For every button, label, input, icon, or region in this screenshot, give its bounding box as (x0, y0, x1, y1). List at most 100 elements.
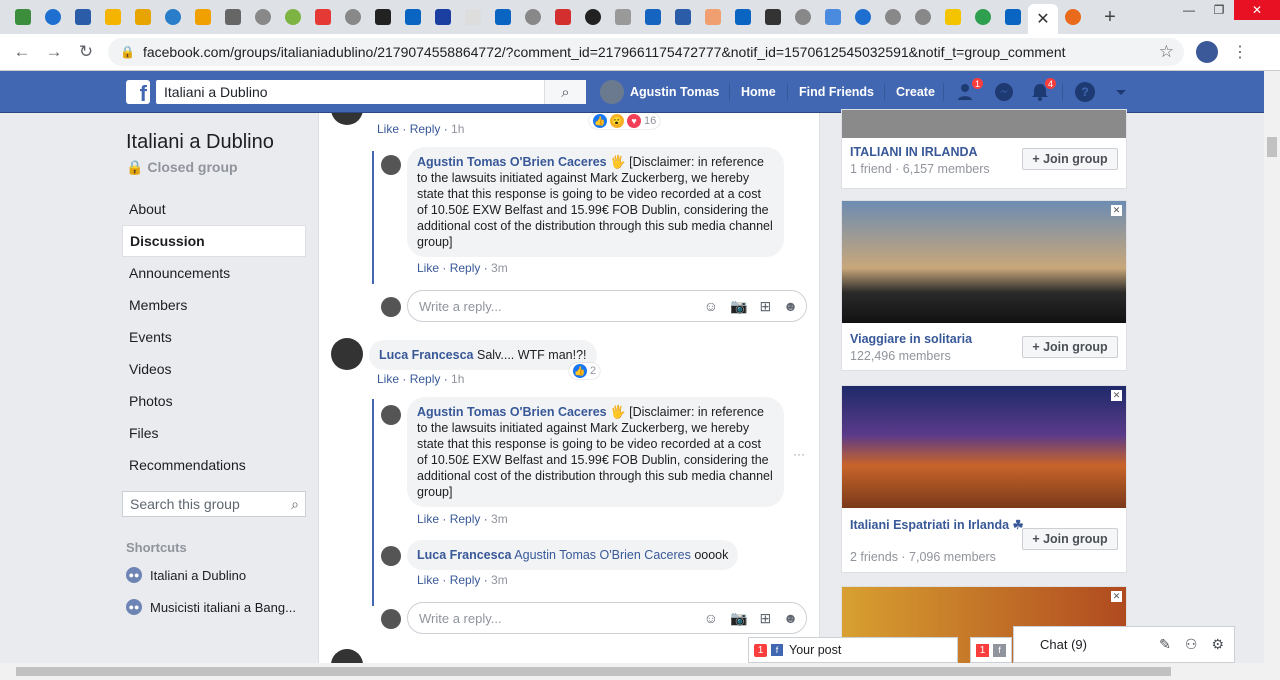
tab-favicon[interactable] (158, 0, 188, 34)
join-group-button[interactable]: + Join group (1022, 148, 1118, 170)
shortcut-item[interactable]: ●● Musicisti italiani a Bang... (126, 598, 296, 616)
tab-favicon[interactable] (758, 0, 788, 34)
tab-favicon[interactable] (608, 0, 638, 34)
shortcut-item[interactable]: ●● Italiani a Dublino (126, 566, 246, 584)
tab-favicon[interactable] (68, 0, 98, 34)
group-nav-recommendations[interactable]: Recommendations (122, 449, 306, 481)
sticker-icon[interactable]: ☻ (783, 610, 798, 627)
search-icon[interactable]: ⌕ (291, 496, 299, 513)
comment-author[interactable]: Agustin Tomas O'Brien Caceres (417, 405, 607, 419)
comment-time[interactable]: 3m (491, 261, 508, 275)
reactions-summary[interactable]: 👍 2 (569, 363, 601, 379)
reply-link[interactable]: Reply (410, 122, 441, 136)
reply-input[interactable]: Write a reply... ☺ 📷 ⊞ ☻ (407, 602, 807, 634)
compose-icon[interactable]: ✎ (1159, 636, 1171, 653)
forward-arrow-icon[interactable]: → (38, 42, 70, 62)
tab-favicon[interactable] (38, 0, 68, 34)
tab-favicon[interactable] (248, 0, 278, 34)
vertical-scrollbar[interactable] (1264, 71, 1280, 663)
comment-time[interactable]: 3m (491, 573, 508, 587)
group-search-input[interactable]: Search this group ⌕ (122, 491, 306, 517)
horizontal-scrollbar[interactable] (0, 663, 1280, 680)
facebook-search-input[interactable]: Italiani a Dublino ⌕ (156, 80, 586, 104)
tab-favicon[interactable] (458, 0, 488, 34)
close-icon[interactable]: ✕ (1111, 591, 1122, 602)
camera-icon[interactable]: 📷 (730, 298, 747, 315)
tab-favicon[interactable] (968, 0, 998, 34)
group-nav-events[interactable]: Events (122, 321, 306, 353)
tab-favicon[interactable] (998, 0, 1028, 34)
nav-home[interactable]: Home (741, 71, 776, 113)
like-link[interactable]: Like (417, 261, 439, 275)
tab-favicon[interactable] (428, 0, 458, 34)
group-cover-image[interactable] (842, 201, 1126, 323)
browser-menu-icon[interactable]: ⋮ (1232, 42, 1248, 62)
comment-author[interactable]: Agustin Tomas O'Brien Caceres (417, 155, 607, 169)
tab-favicon[interactable] (548, 0, 578, 34)
camera-icon[interactable]: 📷 (730, 610, 747, 627)
tab-favicon[interactable] (368, 0, 398, 34)
gif-icon[interactable]: ⊞ (760, 610, 772, 627)
group-nav-files[interactable]: Files (122, 417, 306, 449)
friend-requests-icon[interactable]: 1 (956, 77, 984, 103)
scrollbar-thumb[interactable] (1267, 137, 1277, 157)
tab-favicon[interactable] (518, 0, 548, 34)
tab-favicon[interactable] (638, 0, 668, 34)
reply-link[interactable]: Reply (450, 261, 481, 275)
tab-favicon[interactable] (188, 0, 218, 34)
tab-favicon[interactable] (8, 0, 38, 34)
active-tab-close-icon[interactable]: ✕ (1028, 4, 1058, 34)
search-icon[interactable]: ⌕ (544, 80, 586, 104)
bookmark-star-icon[interactable]: ☆ (1159, 42, 1174, 62)
minimize-icon[interactable]: — (1174, 0, 1204, 20)
avatar[interactable] (381, 405, 401, 425)
reply-link[interactable]: Reply (410, 372, 441, 386)
tab-favicon[interactable] (1058, 0, 1088, 34)
group-nav-about[interactable]: About (122, 193, 306, 225)
profile-link[interactable]: Agustin Tomas (600, 71, 719, 113)
tab-favicon[interactable] (98, 0, 128, 34)
tab-favicon[interactable] (218, 0, 248, 34)
url-field[interactable]: 🔒 facebook.com/groups/italianiadublino/2… (108, 38, 1184, 66)
sticker-icon[interactable]: ☻ (783, 298, 798, 315)
tab-favicon[interactable] (848, 0, 878, 34)
back-arrow-icon[interactable]: ← (6, 42, 38, 62)
avatar[interactable] (381, 546, 401, 566)
like-link[interactable]: Like (377, 372, 399, 386)
avatar[interactable] (331, 113, 363, 125)
emoji-icon[interactable]: ☺ (704, 298, 718, 315)
tab-favicon[interactable] (278, 0, 308, 34)
group-nav-announcements[interactable]: Announcements (122, 257, 306, 289)
group-cover-image[interactable] (842, 386, 1126, 508)
emoji-icon[interactable]: ☺ (704, 610, 718, 627)
help-icon[interactable]: ? (1074, 81, 1096, 103)
new-tab-button[interactable]: + (1096, 6, 1124, 29)
nav-find-friends[interactable]: Find Friends (799, 71, 874, 113)
reply-link[interactable]: Reply (450, 573, 481, 587)
tab-favicon[interactable] (488, 0, 518, 34)
notifications-bell-icon[interactable]: 4 (1029, 77, 1057, 103)
tab-favicon[interactable] (578, 0, 608, 34)
comment-author[interactable]: Luca Francesca (417, 548, 512, 562)
comment-author[interactable]: Luca Francesca (379, 348, 474, 362)
tab-favicon[interactable] (938, 0, 968, 34)
chat-tab[interactable]: 1 f (970, 637, 1012, 663)
comment-time[interactable]: 1h (451, 122, 464, 136)
more-options-icon[interactable]: ··· (793, 447, 805, 461)
group-nav-videos[interactable]: Videos (122, 353, 306, 385)
tab-favicon[interactable] (308, 0, 338, 34)
group-name[interactable]: Viaggiare in solitaria (850, 332, 972, 346)
browser-profile-avatar[interactable] (1196, 41, 1218, 63)
join-group-button[interactable]: + Join group (1022, 528, 1118, 550)
tab-favicon[interactable] (788, 0, 818, 34)
tab-favicon[interactable] (338, 0, 368, 34)
avatar[interactable] (381, 155, 401, 175)
avatar[interactable] (331, 338, 363, 370)
like-link[interactable]: Like (377, 122, 399, 136)
reload-icon[interactable]: ↻ (70, 42, 102, 62)
tab-favicon[interactable] (668, 0, 698, 34)
gear-icon[interactable]: ⚙ (1211, 636, 1224, 653)
reply-input[interactable]: Write a reply... ☺ 📷 ⊞ ☻ (407, 290, 807, 322)
close-icon[interactable]: ✕ (1111, 205, 1122, 216)
mention-link[interactable]: Agustin Tomas O'Brien Caceres (514, 548, 691, 562)
